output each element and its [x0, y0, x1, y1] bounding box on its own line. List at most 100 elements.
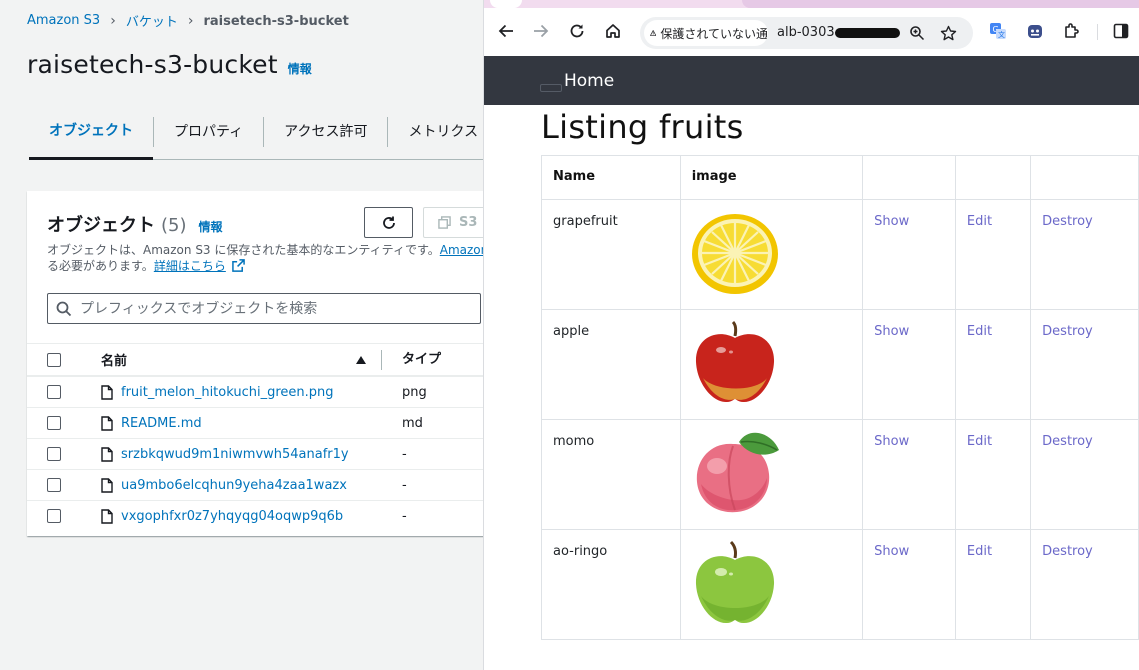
reload-icon[interactable]	[568, 22, 586, 40]
name-column-header[interactable]: 名前	[101, 350, 381, 369]
edit-link[interactable]: Edit	[967, 434, 992, 449]
object-type: -	[402, 446, 407, 462]
type-column-header[interactable]: タイプ	[381, 349, 451, 370]
description-link-amazon[interactable]: Amazon	[440, 243, 484, 257]
show-link[interactable]: Show	[874, 324, 909, 339]
copy-button-label: S3	[459, 215, 478, 230]
object-name-link[interactable]: README.md	[121, 416, 202, 431]
toolbar-divider	[1097, 24, 1098, 40]
objects-panel: オブジェクト (5) 情報 S3 オブジェクトは、Amazon S3 に保存され…	[27, 191, 484, 536]
copy-s3-uri-button[interactable]: S3	[423, 207, 484, 238]
peach-image	[696, 432, 779, 513]
row-checkbox[interactable]	[47, 416, 61, 430]
file-icon	[101, 508, 113, 524]
object-type: -	[402, 477, 407, 493]
url-text: alb-0303-	[777, 25, 840, 40]
browser-tab[interactable]	[490, 0, 522, 8]
breadcrumb-amazon-s3[interactable]: Amazon S3	[27, 13, 100, 29]
object-name-link[interactable]: vxgophfxr0z7yhqyqg04oqwp9q6b	[121, 509, 343, 524]
destroy-link[interactable]: Destroy	[1042, 324, 1093, 339]
objects-info-link[interactable]: 情報	[199, 218, 223, 235]
table-row: README.md md	[27, 407, 484, 438]
table-row: apple Show Edit Destroy	[541, 309, 1139, 420]
object-name-link[interactable]: ua9mbo6elcqhun9yeha4zaa1wazx	[121, 478, 347, 493]
side-panel-icon[interactable]	[1112, 22, 1130, 40]
file-icon	[101, 415, 113, 431]
table-header-row: 名前 タイプ	[27, 343, 484, 376]
file-icon	[101, 477, 113, 493]
breadcrumb-buckets[interactable]: バケット	[126, 11, 178, 31]
show-link[interactable]: Show	[874, 214, 909, 229]
show-link[interactable]: Show	[874, 544, 909, 559]
objects-description: オブジェクトは、Amazon S3 に保存された基本的なエンティティです。Ama…	[47, 242, 484, 274]
nav-home-link[interactable]: Home	[564, 71, 614, 91]
forward-icon[interactable]	[532, 22, 550, 40]
navbar-toggler[interactable]	[540, 84, 562, 92]
security-chip[interactable]: 保護されていない通	[644, 20, 768, 46]
description-text-1: オブジェクトは、Amazon S3 に保存された基本的なエンティティです。	[47, 243, 440, 257]
fruit-image-cell	[679, 529, 864, 640]
object-type: -	[402, 508, 407, 524]
breadcrumb-separator-icon: ›	[187, 13, 194, 29]
destroy-link[interactable]: Destroy	[1042, 434, 1093, 449]
breadcrumb: Amazon S3 › バケット › raisetech-s3-bucket	[27, 11, 349, 31]
tab-properties[interactable]: プロパティ	[153, 117, 263, 147]
show-column-header	[862, 155, 956, 200]
edit-link[interactable]: Edit	[967, 544, 992, 559]
table-row: fruit_melon_hitokuchi_green.png png	[27, 376, 484, 407]
green-apple-image	[695, 540, 774, 624]
object-type: md	[402, 415, 423, 431]
learn-more-link[interactable]: 詳細はこちら	[154, 259, 226, 273]
object-name-link[interactable]: srzbkqwud9m1niwmvwh54anafr1y	[121, 447, 349, 462]
apple-image	[695, 320, 774, 403]
refresh-icon	[382, 216, 395, 229]
table-row: vxgophfxr0z7yhqyqg04oqwp9q6b -	[27, 500, 484, 531]
row-checkbox[interactable]	[47, 509, 61, 523]
row-checkbox[interactable]	[47, 447, 61, 461]
edit-link[interactable]: Edit	[967, 214, 992, 229]
tab-bar: オブジェクト プロパティ アクセス許可 メトリクス	[29, 113, 484, 160]
tab-objects[interactable]: オブジェクト	[29, 114, 153, 160]
search-icon	[56, 301, 72, 316]
object-name-link[interactable]: fruit_melon_hitokuchi_green.png	[121, 385, 334, 400]
browser-toolbar: 保護されていない通 alb-0303- G文	[484, 8, 1139, 56]
bookmark-star-icon[interactable]	[939, 24, 957, 42]
svg-text:文: 文	[998, 30, 1005, 39]
tab-metrics[interactable]: メトリクス	[387, 117, 484, 147]
file-icon	[101, 446, 113, 462]
info-link[interactable]: 情報	[288, 60, 312, 77]
table-row: srzbkqwud9m1niwmvwh54anafr1y -	[27, 438, 484, 469]
refresh-button[interactable]	[364, 207, 413, 238]
browser-tab[interactable]	[742, 0, 1139, 8]
redacted-url-mark	[835, 28, 900, 38]
search-input[interactable]	[80, 300, 460, 317]
translate-icon[interactable]: G文	[989, 22, 1007, 40]
show-link[interactable]: Show	[874, 434, 909, 449]
objects-count: (5)	[161, 215, 187, 236]
name-column-header: Name	[541, 155, 681, 200]
description-text-2: る必要があります。	[47, 259, 154, 273]
select-all-checkbox[interactable]	[47, 352, 61, 367]
external-link-icon	[231, 259, 245, 272]
fruit-name: apple	[541, 309, 681, 420]
fruit-image-cell	[679, 309, 864, 420]
tab-permissions[interactable]: アクセス許可	[263, 117, 387, 147]
name-column-label: 名前	[101, 354, 128, 369]
address-bar[interactable]: 保護されていない通 alb-0303-	[640, 17, 973, 49]
home-icon[interactable]	[604, 22, 622, 40]
zoom-icon[interactable]	[908, 24, 926, 42]
browser-window: 保護されていない通 alb-0303- G文 Home Listing frui…	[483, 0, 1139, 670]
row-checkbox[interactable]	[47, 478, 61, 492]
tab-strip	[484, 0, 1139, 8]
edit-link[interactable]: Edit	[967, 324, 992, 339]
extensions-puzzle-icon[interactable]	[1062, 22, 1080, 40]
destroy-link[interactable]: Destroy	[1042, 214, 1093, 229]
row-checkbox[interactable]	[47, 385, 61, 399]
objects-heading: オブジェクト	[47, 215, 155, 236]
sort-ascending-icon	[356, 355, 366, 364]
destroy-link[interactable]: Destroy	[1042, 544, 1093, 559]
back-icon[interactable]	[497, 22, 515, 40]
extension-robot-icon[interactable]	[1026, 22, 1044, 40]
objects-table: 名前 タイプ fruit_melon_hitokuchi_green.png p…	[27, 343, 484, 531]
file-icon	[101, 384, 113, 400]
